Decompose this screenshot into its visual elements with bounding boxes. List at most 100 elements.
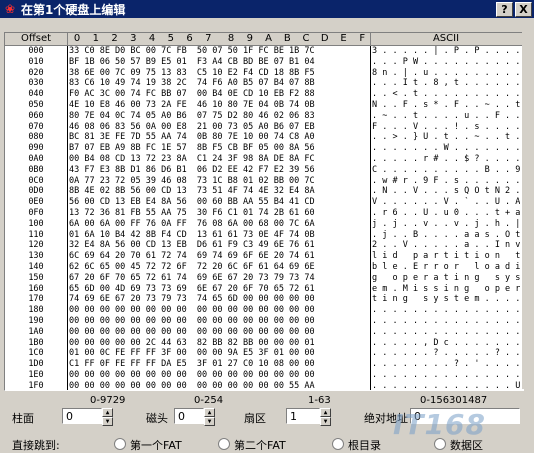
table-row[interactable]: 120 32 E4 8A 56 00 CD 13 EB D6 61 F9 C3 4… xyxy=(5,240,523,251)
table-row[interactable]: 150 67 20 6F 70 65 72 61 74 69 6E 67 20 7… xyxy=(5,273,523,284)
ascii-cell[interactable]: . . . . . . . . . . . . . . . . xyxy=(372,327,520,338)
table-row[interactable]: 080 BC 81 3E FE 7D 55 AA 74 0B 80 7E 10 0… xyxy=(5,132,523,143)
table-row[interactable]: 1E0 00 00 00 00 00 00 00 00 00 00 00 00 0… xyxy=(5,370,523,381)
ascii-cell[interactable]: b l e . E r r o r l o a d i n xyxy=(372,262,520,273)
table-row[interactable]: 0A0 00 B4 08 CD 13 72 23 8A C1 24 3F 98 8… xyxy=(5,154,523,165)
ascii-cell[interactable]: . . . . . . . . . . . . . . . . xyxy=(372,305,520,316)
jump-fat1-label[interactable]: 第一个FAT xyxy=(130,437,182,453)
offset-cell[interactable]: 140 xyxy=(5,262,67,273)
table-row[interactable]: 1C0 01 00 0C FE FF FF 3F 00 00 00 9A E5 3… xyxy=(5,348,523,359)
offset-cell[interactable]: 0A0 xyxy=(5,154,67,165)
table-row[interactable]: 0F0 13 72 36 81 FB 55 AA 75 30 F6 C1 01 7… xyxy=(5,208,523,219)
ascii-cell[interactable]: j . j . . v . . v . j . h . | j xyxy=(372,219,520,230)
table-row[interactable]: 1B0 00 00 00 00 00 2C 44 63 82 BB 82 BB 0… xyxy=(5,338,523,349)
table-row[interactable]: 010 BF 1B 06 50 57 B9 E5 01 F3 A4 CB BD B… xyxy=(5,57,523,68)
table-row[interactable]: 070 46 08 06 83 56 0A 00 E8 21 00 73 05 A… xyxy=(5,122,523,133)
hex-cell[interactable]: C1 FF 0F FE FF FF DA E5 3F 01 27 C0 10 0… xyxy=(69,359,369,370)
sector-spinner[interactable]: ▲ ▼ xyxy=(320,408,331,426)
head-input[interactable]: 0 xyxy=(174,408,204,424)
offset-cell[interactable]: 020 xyxy=(5,68,67,79)
hex-cell[interactable]: 38 6E 00 7C 09 75 13 83 C5 10 E2 F4 CD 1… xyxy=(69,68,369,79)
grid-rows[interactable]: 000 33 C0 8E D0 BC 00 7C FB 50 07 50 1F F… xyxy=(5,46,523,390)
offset-cell[interactable]: 1F0 xyxy=(5,381,67,390)
cylinder-spinner[interactable]: ▲ ▼ xyxy=(102,408,113,426)
table-row[interactable]: 140 62 6C 65 00 45 72 72 6F 72 20 6C 6F 6… xyxy=(5,262,523,273)
table-row[interactable]: 030 83 C6 10 49 74 19 38 2C 74 F6 A0 B5 0… xyxy=(5,78,523,89)
offset-cell[interactable]: 0E0 xyxy=(5,197,67,208)
offset-cell[interactable]: 1C0 xyxy=(5,348,67,359)
ascii-cell[interactable]: . . . . . . . W . . . . . . . V xyxy=(372,143,520,154)
table-row[interactable]: 170 74 69 6E 67 20 73 79 73 74 65 6D 00 0… xyxy=(5,294,523,305)
ascii-cell[interactable]: . . . . . . . . . . . . . . U . xyxy=(372,381,520,390)
hex-cell[interactable]: BC 81 3E FE 7D 55 AA 74 0B 80 7E 10 00 7… xyxy=(69,132,369,143)
hex-cell[interactable]: 00 00 00 00 00 00 00 00 00 00 00 00 00 0… xyxy=(69,327,369,338)
table-row[interactable]: 0C0 0A 77 23 72 05 39 46 08 73 1C B8 01 0… xyxy=(5,176,523,187)
table-row[interactable]: 000 33 C0 8E D0 BC 00 7C FB 50 07 50 1F F… xyxy=(5,46,523,57)
hex-cell[interactable]: 00 00 00 00 00 00 00 00 00 00 00 00 00 0… xyxy=(69,305,369,316)
hex-cell[interactable]: 65 6D 00 4D 69 73 73 69 6E 67 20 6F 70 6… xyxy=(69,284,369,295)
hex-cell[interactable]: BF 1B 06 50 57 B9 E5 01 F3 A4 CB BD BE 0… xyxy=(69,57,369,68)
help-button[interactable]: ? xyxy=(496,1,513,17)
table-row[interactable]: 1F0 00 00 00 00 00 00 00 00 00 00 00 00 0… xyxy=(5,381,523,390)
ascii-cell[interactable]: . . . P W . . . . . . . . . . xyxy=(372,57,520,68)
offset-cell[interactable]: 0B0 xyxy=(5,165,67,176)
table-row[interactable]: 1D0 C1 FF 0F FE FF FF DA E5 3F 01 27 C0 1… xyxy=(5,359,523,370)
ascii-cell[interactable]: V . . . . . . V . ` . . U . A . xyxy=(372,197,520,208)
table-row[interactable]: 040 F0 AC 3C 00 74 FC BB 07 00 B4 0E CD 1… xyxy=(5,89,523,100)
offset-cell[interactable]: 1A0 xyxy=(5,327,67,338)
jump-fat1-radio[interactable] xyxy=(114,438,126,450)
jump-root-radio[interactable] xyxy=(332,438,344,450)
offset-cell[interactable]: 040 xyxy=(5,89,67,100)
hex-cell[interactable]: 83 C6 10 49 74 19 38 2C 74 F6 A0 B5 07 B… xyxy=(69,78,369,89)
head-spinner[interactable]: ▲ ▼ xyxy=(204,408,215,426)
ascii-cell[interactable]: g o p e r a t i n g s y s t xyxy=(372,273,520,284)
hex-cell[interactable]: 80 7E 04 0C 74 05 A0 B6 07 75 D2 80 46 0… xyxy=(69,111,369,122)
ascii-cell[interactable]: F . . . V . . . ! . s . . . . . xyxy=(372,122,520,133)
table-row[interactable]: 110 01 6A 10 B4 42 8B F4 CD 13 61 61 73 0… xyxy=(5,230,523,241)
ascii-cell[interactable]: . ~ . . t . . . . u . . F . . . xyxy=(372,111,520,122)
offset-cell[interactable]: 060 xyxy=(5,111,67,122)
table-row[interactable]: 190 00 00 00 00 00 00 00 00 00 00 00 00 0… xyxy=(5,316,523,327)
offset-cell[interactable]: 150 xyxy=(5,273,67,284)
ascii-cell[interactable]: . . . I t . 8 , t . . . . . . . xyxy=(372,78,520,89)
hex-cell[interactable]: 8B 4E 02 8B 56 00 CD 13 73 51 4F 74 4E 3… xyxy=(69,186,369,197)
offset-cell[interactable]: 000 xyxy=(5,46,67,57)
ascii-cell[interactable]: C . . . . . . . . . . B . . 9 V xyxy=(372,165,520,176)
offset-cell[interactable]: 010 xyxy=(5,57,67,68)
hex-cell[interactable]: 01 00 0C FE FF FF 3F 00 00 00 9A E5 3F 0… xyxy=(69,348,369,359)
hex-cell[interactable]: 56 00 CD 13 EB E4 8A 56 00 60 BB AA 55 B… xyxy=(69,197,369,208)
table-row[interactable]: 130 6C 69 64 20 70 61 72 74 69 74 69 6F 6… xyxy=(5,251,523,262)
offset-cell[interactable]: 190 xyxy=(5,316,67,327)
hex-cell[interactable]: 00 00 00 00 00 00 00 00 00 00 00 00 00 0… xyxy=(69,316,369,327)
table-row[interactable]: 020 38 6E 00 7C 09 75 13 83 C5 10 E2 F4 C… xyxy=(5,68,523,79)
hex-cell[interactable]: 4E 10 E8 46 00 73 2A FE 46 10 80 7E 04 0… xyxy=(69,100,369,111)
ascii-cell[interactable]: 2 . . V . . . . . a . . I n v a xyxy=(372,240,520,251)
jump-fat2-radio[interactable] xyxy=(218,438,230,450)
ascii-cell[interactable]: 8 n . | . u . . . . . . . . . . xyxy=(372,68,520,79)
ascii-cell[interactable]: . . . . . . . . ? . ' . . . . . xyxy=(372,359,520,370)
ascii-cell[interactable]: . N . . V . . . s Q O t N 2 . . xyxy=(372,186,520,197)
offset-cell[interactable]: 1B0 xyxy=(5,338,67,349)
offset-cell[interactable]: 180 xyxy=(5,305,67,316)
table-row[interactable]: 160 65 6D 00 4D 69 73 73 69 6E 67 20 6F 7… xyxy=(5,284,523,295)
hex-cell[interactable]: 00 00 00 00 00 2C 44 63 82 BB 82 BB 00 0… xyxy=(69,338,369,349)
hex-cell[interactable]: 00 00 00 00 00 00 00 00 00 00 00 00 00 0… xyxy=(69,370,369,381)
close-button[interactable]: X xyxy=(515,1,532,17)
jump-root-label[interactable]: 根目录 xyxy=(348,437,381,453)
offset-cell[interactable]: 120 xyxy=(5,240,67,251)
offset-cell[interactable]: 0D0 xyxy=(5,186,67,197)
ascii-cell[interactable]: e m . M i s s i n g o p e r a xyxy=(372,284,520,295)
hex-cell[interactable]: F0 AC 3C 00 74 FC BB 07 00 B4 0E CD 10 E… xyxy=(69,89,369,100)
hex-cell[interactable]: 6C 69 64 20 70 61 72 74 69 74 69 6F 6E 2… xyxy=(69,251,369,262)
offset-cell[interactable]: 080 xyxy=(5,132,67,143)
offset-cell[interactable]: 100 xyxy=(5,219,67,230)
table-row[interactable]: 0B0 43 F7 E3 8B D1 86 D6 B1 06 D2 EE 42 F… xyxy=(5,165,523,176)
ascii-cell[interactable]: . . > . } U . t . . ~ . . t . . xyxy=(372,132,520,143)
hex-cell[interactable]: 32 E4 8A 56 00 CD 13 EB D6 61 F9 C3 49 6… xyxy=(69,240,369,251)
ascii-cell[interactable]: . . . . . . . . . . . . . . . . xyxy=(372,316,520,327)
table-row[interactable]: 050 4E 10 E8 46 00 73 2A FE 46 10 80 7E 0… xyxy=(5,100,523,111)
hex-cell[interactable]: 00 00 00 00 00 00 00 00 00 00 00 00 00 0… xyxy=(69,381,369,390)
ascii-cell[interactable]: . . . . . , D c . . . . . . . . xyxy=(372,338,520,349)
ascii-cell[interactable]: . . . . . r # . . $ ? . . . . . xyxy=(372,154,520,165)
hex-cell[interactable]: 33 C0 8E D0 BC 00 7C FB 50 07 50 1F FC B… xyxy=(69,46,369,57)
